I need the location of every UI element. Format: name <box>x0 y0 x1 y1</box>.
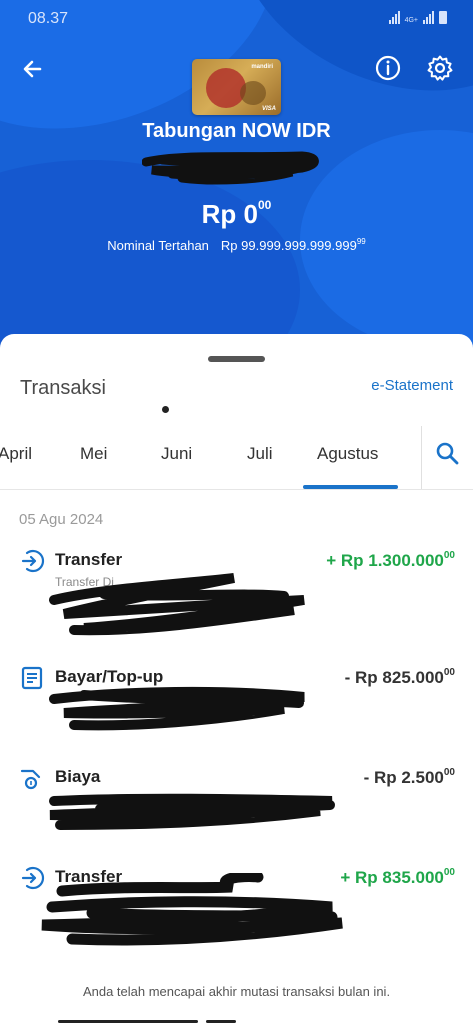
date-header: 05 Agu 2024 <box>19 511 104 528</box>
tab-juni[interactable]: Juni <box>161 444 192 464</box>
account-header: 08.37 4G+ mandiri VISA Tabungan NOW IDR … <box>0 0 473 380</box>
redacted-account-number <box>142 151 319 185</box>
tab-mei[interactable]: Mei <box>80 444 107 464</box>
transaction-row[interactable]: Biaya - Rp 2.50000 <box>0 765 473 855</box>
account-name: Tabungan NOW IDR <box>142 120 331 142</box>
transaction-row[interactable]: Transfer + Rp 1.300.00000 Transfer Di <box>0 548 473 638</box>
search-icon[interactable] <box>434 440 460 466</box>
card-network-logo: VISA <box>261 106 276 112</box>
redacted-details <box>49 793 335 830</box>
tab-agustus[interactable]: Agustus <box>317 444 378 464</box>
redacted-details <box>41 873 343 946</box>
card-brand-logo: mandiri <box>251 64 273 70</box>
fee-icon <box>20 769 41 790</box>
cutoff-element <box>58 1020 198 1023</box>
drag-handle[interactable] <box>208 356 265 362</box>
arrow-left-icon[interactable] <box>18 54 48 84</box>
network-type: 4G+ <box>404 17 418 24</box>
cutoff-element <box>206 1020 236 1023</box>
battery-icon <box>439 11 447 24</box>
balance-amount: Rp 0 <box>201 199 258 229</box>
redacted-details <box>49 686 305 731</box>
held-label: Nominal Tertahan <box>107 238 209 253</box>
transaction-amount: - Rp 2.50000 <box>363 767 455 787</box>
transaction-title: Biaya <box>55 767 101 786</box>
transaction-row[interactable]: Transfer + Rp 835.00000 <box>0 865 473 955</box>
transaction-amount: + Rp 1.300.00000 <box>326 550 455 570</box>
end-of-list-note: Anda telah mencapai akhir mutasi transak… <box>82 984 391 999</box>
tab-juli[interactable]: Juli <box>247 444 273 464</box>
transaction-title: Transfer <box>55 550 123 569</box>
transaction-amount: - Rp 825.00000 <box>344 667 455 687</box>
page-indicator-dot <box>162 406 169 413</box>
held-amount-row: Nominal Tertahan Rp 99.999.999.999.99999 <box>0 237 473 253</box>
status-bar: 08.37 4G+ <box>0 0 473 36</box>
transactions-sheet: Transaksi e-Statement April Mei Juni Jul… <box>0 334 473 1024</box>
sheet-title: Transaksi <box>20 377 106 399</box>
divider <box>421 426 422 490</box>
transaction-row[interactable]: Bayar/Top-up - Rp 825.00000 <box>0 665 473 755</box>
signal-icon <box>423 11 434 24</box>
balance: Rp 000 <box>0 198 473 230</box>
bill-icon <box>21 666 43 690</box>
divider <box>0 489 473 490</box>
signal-icon <box>388 11 400 24</box>
debit-card-image: mandiri VISA <box>192 59 281 115</box>
info-icon[interactable] <box>374 54 402 82</box>
status-icons: 4G+ <box>388 11 447 24</box>
e-statement-link[interactable]: e-Statement <box>371 377 453 394</box>
transaction-amount: + Rp 835.00000 <box>340 867 455 887</box>
redacted-details <box>49 573 305 636</box>
transfer-icon <box>21 549 45 573</box>
balance-cents: 00 <box>257 198 272 212</box>
tab-april[interactable]: April <box>0 444 32 464</box>
held-cents: 99 <box>356 237 366 246</box>
held-value: Rp 99.999.999.999.999 <box>220 238 357 253</box>
month-tabs: April Mei Juni Juli Agustus <box>0 430 420 490</box>
status-time: 08.37 <box>28 10 69 27</box>
gear-icon[interactable] <box>426 54 454 82</box>
